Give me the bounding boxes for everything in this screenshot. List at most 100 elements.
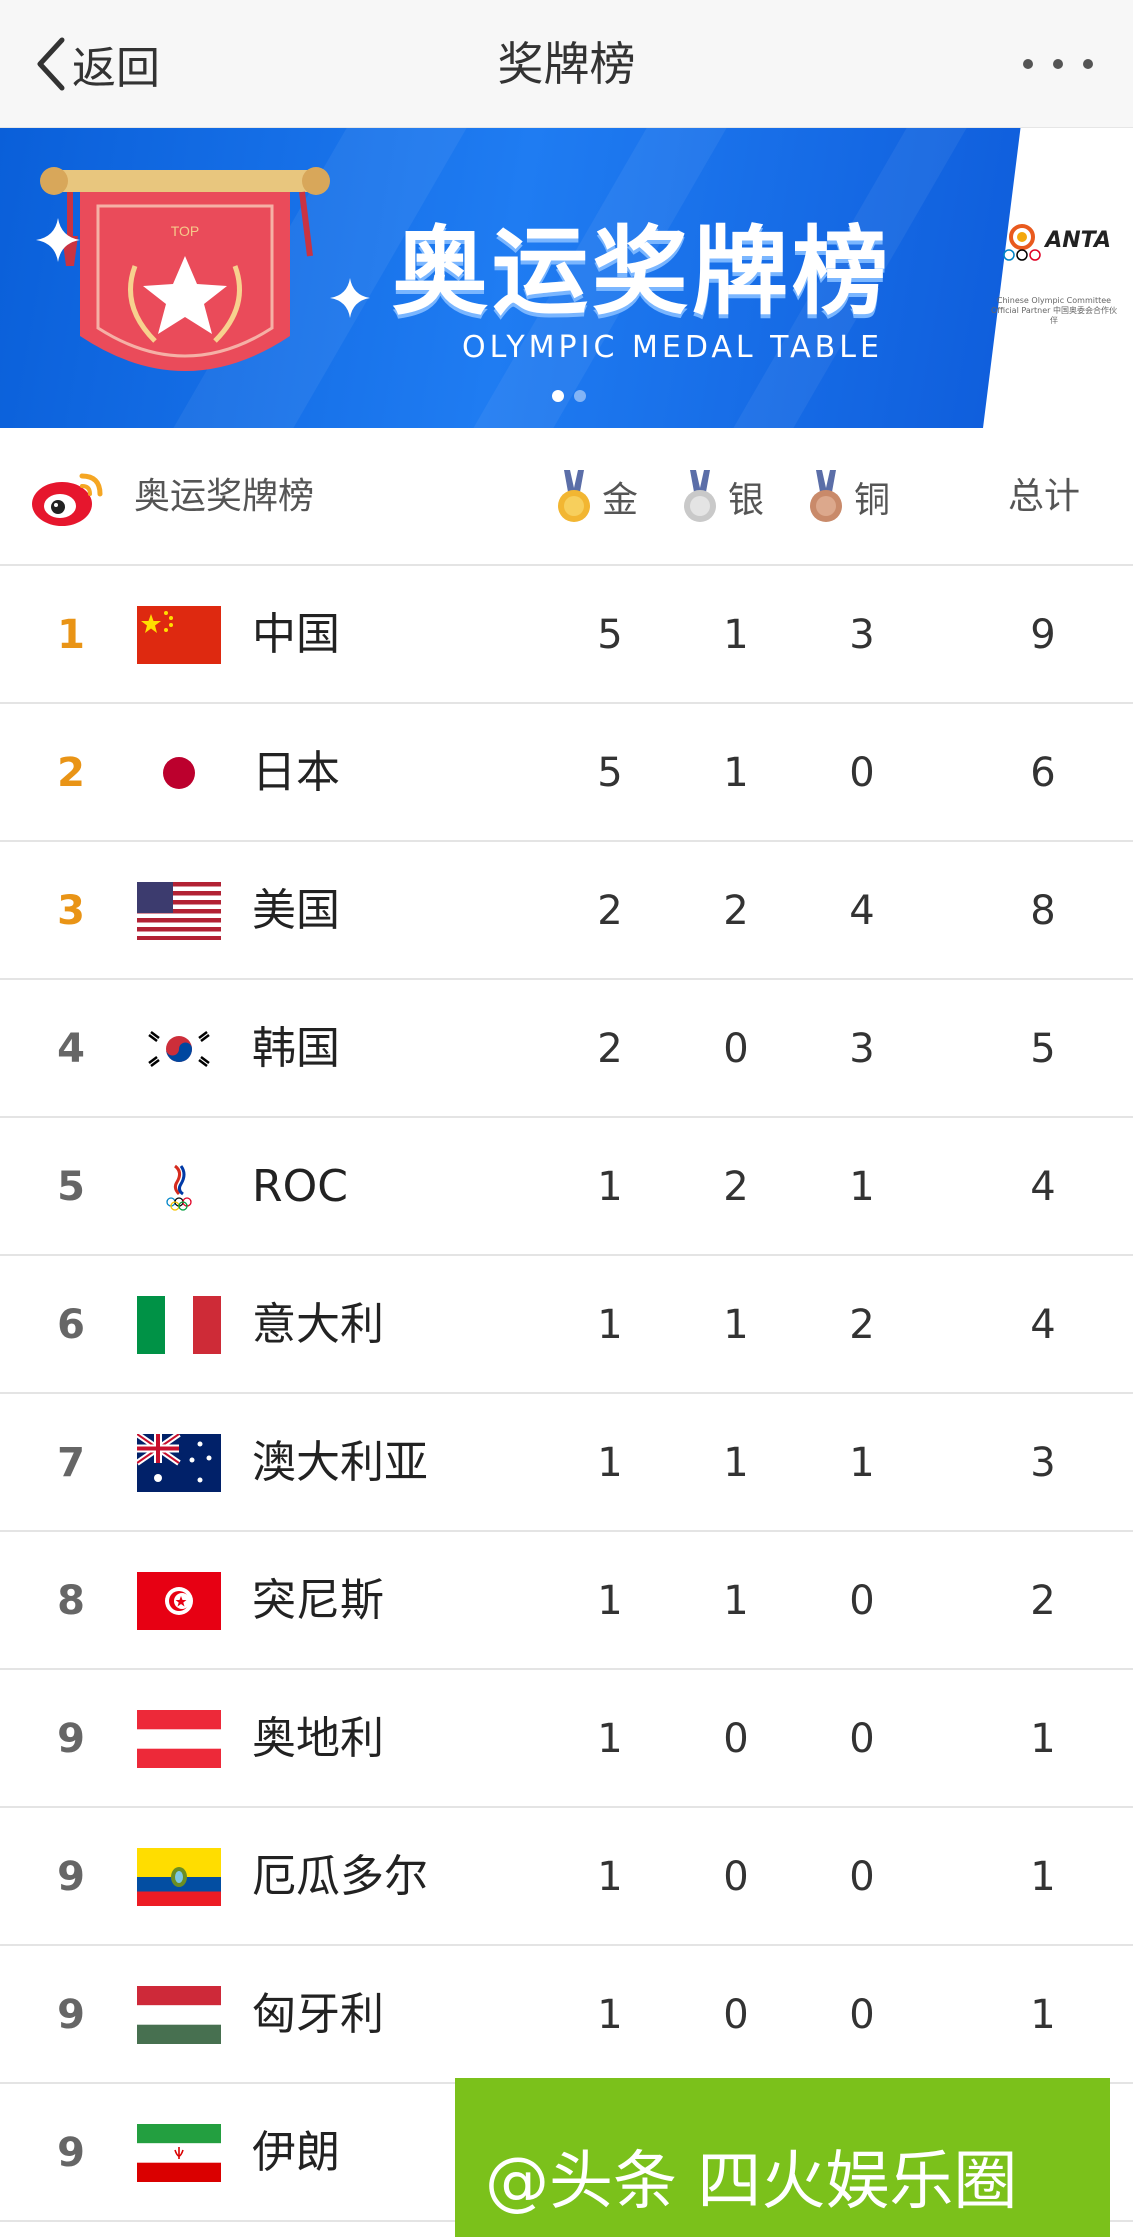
country-name: ROC	[252, 1161, 348, 1212]
total-count: 1	[1030, 1854, 1056, 1900]
rank: 8	[57, 1578, 85, 1624]
bronze-header-label: 铜	[854, 480, 891, 521]
carousel-dot[interactable]	[574, 390, 586, 402]
bronze-count: 1	[849, 1164, 875, 1210]
rank: 5	[57, 1164, 85, 1210]
table-row[interactable]: 1 中国 5 1 3 9	[0, 566, 1133, 704]
silver-count: 2	[723, 1164, 749, 1210]
japan-flag-icon	[137, 744, 221, 802]
total-count: 9	[1030, 612, 1056, 658]
rank: 1	[57, 612, 85, 658]
gold-count: 5	[597, 750, 623, 796]
total-count: 1	[1030, 1992, 1056, 2038]
anta-logo: ANTA	[1045, 228, 1111, 253]
more-options-button[interactable]	[1023, 44, 1093, 84]
pennant-scroll-icon: TOP	[40, 167, 330, 371]
gold-count: 1	[597, 1578, 623, 1624]
bronze-count: 3	[849, 1026, 875, 1072]
country-name: 日本	[252, 747, 340, 798]
country-name: 奥地利	[252, 1713, 384, 1764]
bronze-column-header[interactable]: 铜	[808, 470, 890, 524]
table-row[interactable]: 9 厄瓜多尔 1 0 0 1	[0, 1808, 1133, 1946]
weibo-logo-icon	[32, 473, 103, 526]
rank: 9	[57, 1854, 85, 1900]
table-row[interactable]: 9 奥地利 1 0 0 1	[0, 1670, 1133, 1808]
silver-header-label: 银	[728, 480, 765, 521]
gold-count: 1	[597, 1716, 623, 1762]
watermark-text: @头条 四火娱乐圈	[485, 2145, 1018, 2219]
rank: 2	[57, 750, 85, 796]
total-count: 6	[1030, 750, 1056, 796]
total-column-header[interactable]: 总计	[1008, 470, 1080, 524]
bronze-count: 3	[849, 612, 875, 658]
rank: 7	[57, 1440, 85, 1486]
rank: 4	[57, 1026, 85, 1072]
rank: 3	[57, 888, 85, 934]
ecuador-flag-icon	[137, 1848, 221, 1906]
gold-count: 1	[597, 1164, 623, 1210]
total-count: 4	[1030, 1164, 1056, 1210]
table-row[interactable]: 2 日本 5 1 0 6	[0, 704, 1133, 842]
hungary-flag-icon	[137, 1986, 221, 2044]
table-row[interactable]: 7 澳大利亚 1 1 1 3	[0, 1394, 1133, 1532]
table-header: 奥运奖牌榜 金 银 铜 总计	[0, 428, 1133, 566]
bronze-count: 1	[849, 1440, 875, 1486]
bronze-count: 2	[849, 1302, 875, 1348]
silver-count: 1	[723, 612, 749, 658]
table-row[interactable]: 8 突尼斯 1 1 0 2	[0, 1532, 1133, 1670]
silver-count: 0	[723, 1992, 749, 2038]
silver-count: 1	[723, 1302, 749, 1348]
rank: 6	[57, 1302, 85, 1348]
bronze-count: 0	[849, 1992, 875, 2038]
table-row[interactable]: 4 韩国 2 0 3 5	[0, 980, 1133, 1118]
silver-count: 0	[723, 1854, 749, 1900]
sponsor-caption: Chinese Olympic Committee Official Partn…	[991, 296, 1117, 325]
table-row[interactable]: 6 意大利 1 1 2 4	[0, 1256, 1133, 1394]
table-row[interactable]: 5 ROC 1 2 1 4	[0, 1118, 1133, 1256]
austria-flag-icon	[137, 1710, 221, 1768]
bronze-count: 0	[849, 1854, 875, 1900]
carousel-dot-active[interactable]	[552, 390, 564, 402]
total-count: 3	[1030, 1440, 1056, 1486]
silver-count: 1	[723, 1578, 749, 1624]
gold-count: 2	[597, 888, 623, 934]
country-name: 美国	[252, 885, 340, 936]
banner-title: 奥运奖牌榜	[392, 216, 892, 328]
bronze-count: 0	[849, 750, 875, 796]
total-count: 2	[1030, 1578, 1056, 1624]
sponsor-panel	[983, 128, 1133, 428]
gold-medal-icon	[558, 470, 590, 522]
bronze-count: 0	[849, 1578, 875, 1624]
total-count: 5	[1030, 1026, 1056, 1072]
gold-count: 1	[597, 1854, 623, 1900]
country-name: 澳大利亚	[252, 1437, 428, 1488]
table-source-label: 奥运奖牌榜	[134, 476, 315, 517]
italy-flag-icon	[137, 1296, 221, 1354]
country-name: 韩国	[252, 1023, 340, 1074]
bronze-count: 0	[849, 1716, 875, 1762]
sparkle-icon	[36, 218, 80, 262]
rank: 9	[57, 1992, 85, 2038]
gold-count: 5	[597, 612, 623, 658]
country-name: 突尼斯	[252, 1575, 384, 1626]
country-name: 匈牙利	[252, 1989, 384, 2040]
bronze-medal-icon	[810, 470, 842, 522]
sparkle-icon	[330, 278, 370, 318]
total-count: 4	[1030, 1302, 1056, 1348]
gold-column-header[interactable]: 金	[556, 470, 638, 524]
carousel-dots	[552, 390, 586, 402]
pennant-text: TOP	[171, 223, 200, 239]
total-count: 8	[1030, 888, 1056, 934]
silver-column-header[interactable]: 银	[682, 470, 764, 524]
roc-emblem-icon	[137, 1158, 221, 1216]
australia-flag-icon	[137, 1434, 221, 1492]
table-row[interactable]: 9 匈牙利 1 0 0 1	[0, 1946, 1133, 2084]
silver-count: 1	[723, 1440, 749, 1486]
olympic-banner[interactable]: TOP 奥运奖牌榜 OLYMPIC MEDAL TABLE ANTA Chine…	[0, 128, 1133, 428]
banner-subtitle: OLYMPIC MEDAL TABLE	[462, 330, 883, 365]
silver-count: 1	[723, 750, 749, 796]
korea-flag-icon	[137, 1020, 221, 1078]
table-row[interactable]: 3 美国 2 2 4 8	[0, 842, 1133, 980]
china-flag-icon	[137, 606, 221, 664]
gold-count: 2	[597, 1026, 623, 1072]
